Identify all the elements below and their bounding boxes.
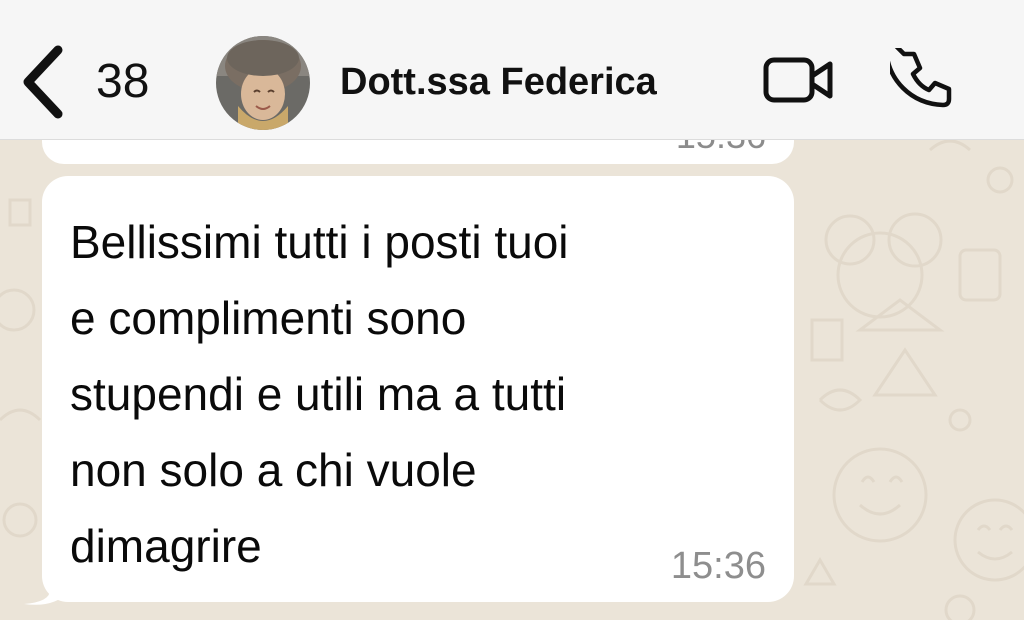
back-button[interactable]: 38 bbox=[18, 44, 149, 120]
video-camera-icon bbox=[763, 57, 833, 103]
message-bubble[interactable]: Bellissimi tutti i posti tuoi e complime… bbox=[42, 176, 794, 602]
avatar-photo bbox=[216, 36, 310, 130]
contact-name[interactable]: Dott.ssa Federica bbox=[340, 52, 657, 112]
chat-header: 38 Dott.ssa Federica bbox=[0, 0, 1024, 140]
phone-icon bbox=[883, 39, 952, 108]
voice-call-button[interactable] bbox=[883, 39, 954, 112]
avatar[interactable] bbox=[216, 36, 310, 130]
unread-count: 38 bbox=[96, 55, 150, 108]
message-time: 15:36 bbox=[670, 545, 766, 587]
message-text: Bellissimi tutti i posti tuoi e complime… bbox=[70, 216, 569, 572]
video-call-button[interactable] bbox=[762, 50, 836, 110]
chevron-left-icon bbox=[23, 45, 63, 119]
